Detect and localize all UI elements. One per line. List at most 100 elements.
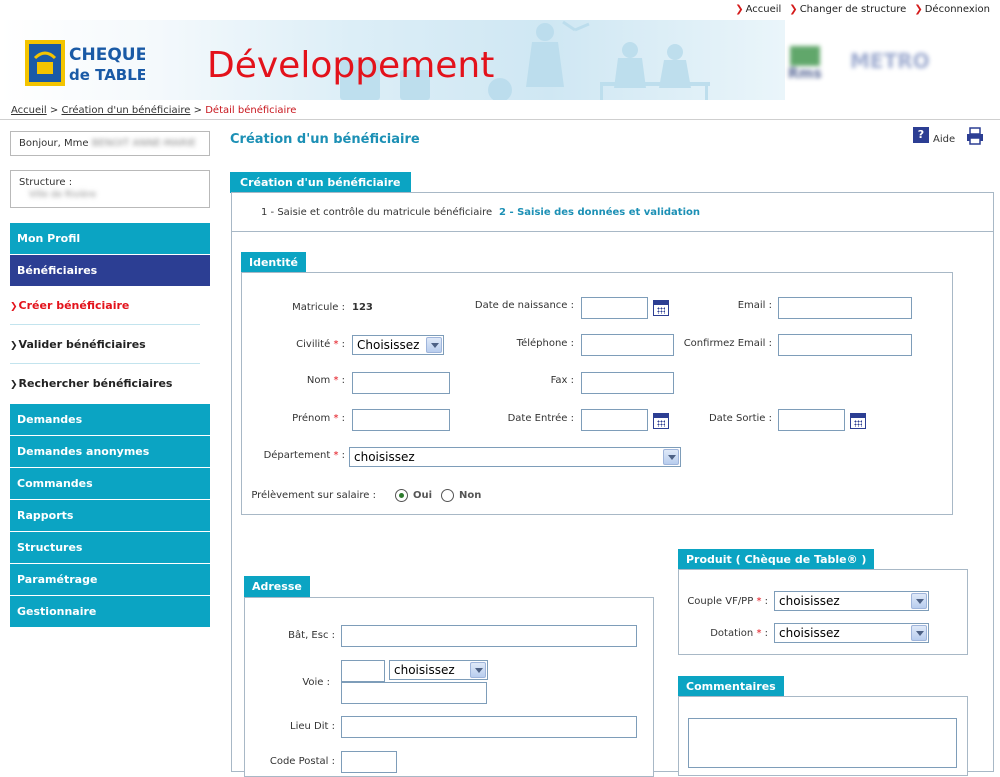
top-link-deconnexion[interactable]: ❯ Déconnexion <box>914 4 990 15</box>
help-button[interactable]: ? Aide <box>913 127 956 145</box>
nav-commandes[interactable]: Commandes <box>10 468 210 499</box>
print-icon[interactable] <box>966 127 984 145</box>
required-mark: * <box>333 375 339 386</box>
calendar-icon[interactable] <box>653 300 669 316</box>
date-entree-input[interactable] <box>581 409 648 431</box>
wizard-steps: 1 - Saisie et contrôle du matricule béné… <box>231 192 994 232</box>
breadcrumb-separator: > <box>193 105 203 116</box>
calendar-icon[interactable] <box>653 413 669 429</box>
nom-label: Nom * : <box>270 375 345 386</box>
step-2-current: 2 - Saisie des données et validation <box>499 207 701 218</box>
departement-select[interactable]: choisissez <box>349 447 681 467</box>
oui-label: Oui <box>413 490 433 501</box>
structure-label: Structure : <box>19 177 73 188</box>
date-sortie-input[interactable] <box>778 409 845 431</box>
date-naissance-label: Date de naissance : <box>474 300 574 311</box>
departement-label-text: Département <box>263 450 331 461</box>
page-title: Création d'un bénéficiaire <box>230 132 420 147</box>
prelevement-label: Prélèvement sur salaire : <box>251 490 376 501</box>
prelevement-oui-radio[interactable] <box>395 489 408 502</box>
partner-logos: Rms METRO <box>788 46 930 82</box>
nav-structures[interactable]: Structures <box>10 532 210 563</box>
fax-label: Fax : <box>550 375 574 386</box>
chevron-right-icon: ❯ <box>735 4 744 15</box>
voie-type-selected: choisissez <box>394 663 455 677</box>
nav-beneficiaires[interactable]: Bénéficiaires <box>10 255 210 286</box>
label-colon: : <box>764 628 768 639</box>
nav-sub-label: Valider bénéficiaires <box>18 338 146 351</box>
non-label: Non <box>459 490 482 501</box>
nav-gestionnaire[interactable]: Gestionnaire <box>10 596 210 627</box>
required-mark: * <box>756 596 762 607</box>
chevron-down-icon: ❯ <box>10 380 18 390</box>
chevron-down-icon <box>911 593 927 609</box>
help-label: Aide <box>933 134 956 145</box>
top-link-label: Changer de structure <box>799 4 907 15</box>
voie-numero-input[interactable] <box>341 660 385 682</box>
prenom-input[interactable] <box>352 409 450 431</box>
calendar-icon[interactable] <box>850 413 866 429</box>
confirm-email-input[interactable] <box>778 334 912 356</box>
nav-demandes-anonymes[interactable]: Demandes anonymes <box>10 436 210 467</box>
breadcrumb: Accueil > Création d'un bénéficiaire > D… <box>11 105 296 116</box>
dotation-label-text: Dotation <box>710 628 754 639</box>
couple-select[interactable]: choisissez <box>774 591 929 611</box>
lieu-dit-label: Lieu Dit : <box>290 721 335 732</box>
svg-text:de TABLE: de TABLE <box>69 66 145 84</box>
nav-sub-label: Créer bénéficiaire <box>18 299 130 312</box>
breadcrumb-separator: > <box>49 105 59 116</box>
telephone-label: Téléphone : <box>516 338 574 349</box>
chevron-down-icon <box>470 662 486 678</box>
departement-selected: choisissez <box>354 450 415 464</box>
top-link-label: Déconnexion <box>924 4 990 15</box>
civilite-selected: Choisissez <box>357 338 420 352</box>
chevron-down-icon <box>911 625 927 641</box>
commentaires-textarea[interactable] <box>688 718 957 768</box>
email-input[interactable] <box>778 297 912 319</box>
structure-name-redacted: Ville de Rivière <box>29 190 97 200</box>
voie-type-select[interactable]: choisissez <box>389 660 488 680</box>
divider <box>0 119 1000 120</box>
date-naissance-input[interactable] <box>581 297 648 319</box>
nav-sub-rechercher-beneficiaires[interactable]: ❯Rechercher bénéficiaires <box>10 365 200 403</box>
top-link-changer-structure[interactable]: ❯ Changer de structure <box>789 4 906 15</box>
fax-input[interactable] <box>581 372 674 394</box>
prelevement-non-radio[interactable] <box>441 489 454 502</box>
cheque-de-table-logo: CHEQUE de TABLE <box>25 40 145 86</box>
nav-sub-valider-beneficiaires[interactable]: ❯Valider bénéficiaires <box>10 326 200 364</box>
telephone-input[interactable] <box>581 334 674 356</box>
breadcrumb-current: Détail bénéficiaire <box>205 105 297 116</box>
bat-input[interactable] <box>341 625 637 647</box>
label-colon: : <box>341 450 345 461</box>
section-adresse-title: Adresse <box>244 576 310 597</box>
code-postal-input[interactable] <box>341 751 397 773</box>
voie-nom-input[interactable] <box>341 682 487 704</box>
chevron-down-icon <box>426 337 442 353</box>
chevron-down-icon: ❯ <box>10 341 18 351</box>
greeting-text: Bonjour, Mme <box>19 138 89 149</box>
nav-parametrage[interactable]: Paramétrage <box>10 564 210 595</box>
dotation-select[interactable]: choisissez <box>774 623 929 643</box>
nom-input[interactable] <box>352 372 450 394</box>
nav-demandes[interactable]: Demandes <box>10 404 210 435</box>
nav-sub-creer-beneficiaire[interactable]: ❯Créer bénéficiaire <box>10 287 200 325</box>
section-produit-title: Produit ( Chèque de Table® ) <box>678 549 875 570</box>
breadcrumb-home-link[interactable]: Accueil <box>11 105 47 116</box>
voie-label: Voie : <box>302 677 330 688</box>
required-mark: * <box>333 450 339 461</box>
top-links: ❯ Accueil ❯ Changer de structure ❯ Déconnex… <box>735 4 990 15</box>
label-colon: : <box>341 375 345 386</box>
top-link-accueil[interactable]: ❯ Accueil <box>735 4 781 15</box>
nav-rapports[interactable]: Rapports <box>10 500 210 531</box>
top-link-label: Accueil <box>745 4 782 15</box>
label-colon: : <box>341 339 345 350</box>
environment-title: Développement <box>207 45 495 86</box>
required-mark: * <box>333 339 339 350</box>
prenom-label-text: Prénom <box>292 413 331 424</box>
svg-text:Rms: Rms <box>788 66 822 82</box>
tab-creation-beneficiaire[interactable]: Création d'un bénéficiaire <box>230 172 411 193</box>
breadcrumb-parent-link[interactable]: Création d'un bénéficiaire <box>61 105 190 116</box>
civilite-select[interactable]: Choisissez <box>352 335 444 355</box>
nav-mon-profil[interactable]: Mon Profil <box>10 223 210 254</box>
lieu-dit-input[interactable] <box>341 716 637 738</box>
